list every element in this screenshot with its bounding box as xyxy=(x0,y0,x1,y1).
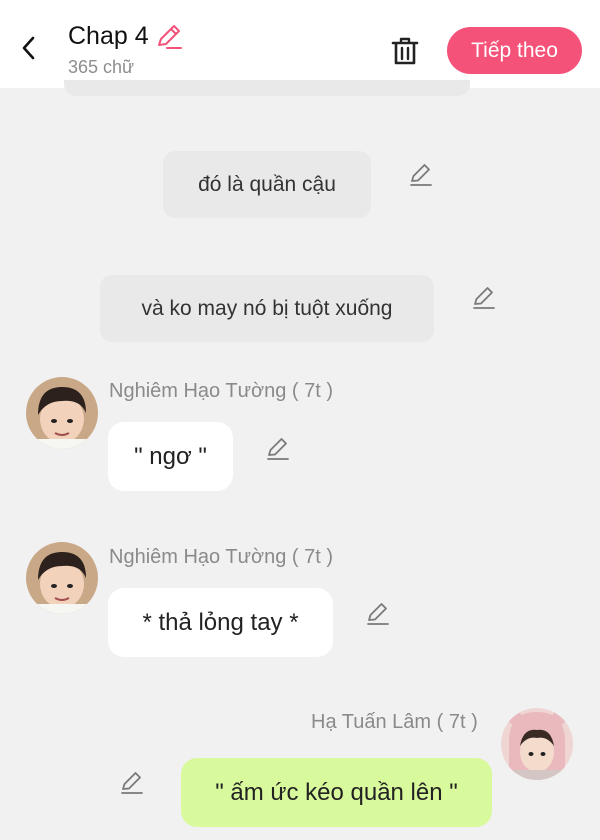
message-text: " ngơ " xyxy=(134,442,207,470)
pencil-icon[interactable] xyxy=(263,433,293,463)
trash-icon[interactable] xyxy=(386,32,424,70)
message-text: và ko may nó bị tuột xuống xyxy=(141,296,393,320)
next-button[interactable]: Tiếp theo xyxy=(447,27,582,74)
message-bubble[interactable]: " ngơ " xyxy=(108,422,233,491)
pencil-icon[interactable] xyxy=(117,767,147,797)
speaker-name: Nghiêm Hạo Tường ( 7t ) xyxy=(109,546,333,568)
narration-bubble[interactable]: đó là quần cậu xyxy=(163,151,371,218)
narration-bubble[interactable]: và ko may nó bị tuột xuống xyxy=(100,275,434,342)
message-bubble[interactable]: * thả lỏng tay * xyxy=(108,588,333,657)
message-text: * thả lỏng tay * xyxy=(142,608,299,636)
chapter-title[interactable]: Chap 4 xyxy=(68,22,149,51)
message-text: " ấm ức kéo quần lên " xyxy=(215,778,458,806)
pencil-icon[interactable] xyxy=(155,23,183,51)
previous-message-edge xyxy=(64,80,470,96)
top-bar: Chap 4 365 chữ Tiếp theo xyxy=(0,0,600,88)
message-text: đó là quần cậu xyxy=(198,172,336,196)
pencil-icon[interactable] xyxy=(469,282,499,312)
pencil-icon[interactable] xyxy=(406,159,436,189)
avatar[interactable] xyxy=(26,377,98,449)
chapter-header: Chap 4 365 chữ xyxy=(68,22,183,78)
speaker-name: Hạ Tuấn Lâm ( 7t ) xyxy=(311,711,478,733)
speaker-name: Nghiêm Hạo Tường ( 7t ) xyxy=(109,380,333,402)
message-bubble[interactable]: " ấm ức kéo quần lên " xyxy=(181,758,492,827)
pencil-icon[interactable] xyxy=(363,598,393,628)
avatar[interactable] xyxy=(26,542,98,614)
word-count: 365 chữ xyxy=(68,57,135,77)
back-icon[interactable] xyxy=(12,28,44,68)
avatar[interactable] xyxy=(501,708,573,780)
